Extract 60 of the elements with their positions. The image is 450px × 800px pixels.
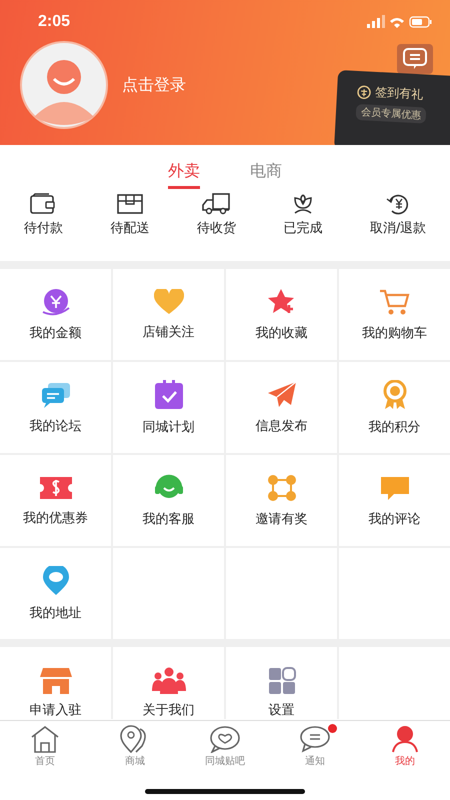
tab-bar-item[interactable]: 我的 [360, 721, 450, 772]
wallet-money-icon [40, 288, 72, 316]
menu-button[interactable]: 申请入驻 [0, 647, 111, 719]
paper-plane-icon [266, 380, 296, 408]
box-icon [116, 193, 143, 215]
order-status-button[interactable]: 待配送 [110, 193, 150, 237]
member-tag: 会员专属优惠 [356, 104, 426, 124]
order-status-button[interactable]: 已完成 [283, 193, 322, 237]
storefront-icon [40, 667, 72, 695]
sign-in-card[interactable]: 签到有礼 会员专属优惠 [334, 70, 450, 145]
wallet-icon [30, 193, 56, 215]
battery-icon [409, 16, 432, 28]
people-group-icon [152, 667, 186, 695]
heart-bubble-icon [209, 725, 241, 753]
grid-icon [268, 667, 296, 695]
service-button[interactable]: 我的积分 [339, 362, 450, 453]
refund-icon [385, 193, 411, 215]
cart-icon [378, 288, 410, 316]
order-status-button[interactable]: 取消/退款 [370, 193, 426, 237]
chat-bubble-icon [299, 725, 331, 753]
service-button[interactable]: 我的优惠券 [0, 455, 111, 546]
home-icon [30, 725, 60, 753]
service-button[interactable]: 我的金额 [0, 269, 111, 360]
clipboard-icon [154, 380, 184, 410]
service-button[interactable]: 我的购物车 [339, 269, 450, 360]
tab-bar-item[interactable]: 首页 [0, 721, 90, 772]
wifi-icon [390, 16, 404, 28]
tab-bar-item[interactable]: 同城贴吧 [180, 721, 270, 772]
nodes-icon [266, 474, 296, 502]
sign-in-label: 签到有礼 [374, 84, 424, 104]
service-button[interactable]: 我的客服 [113, 455, 224, 546]
service-button[interactable]: 信息发布 [226, 362, 337, 453]
service-button[interactable]: 同城计划 [113, 362, 224, 453]
service-button[interactable]: 我的收藏 [226, 269, 337, 360]
status-time: 2:05 [38, 13, 70, 31]
service-button[interactable]: 邀请有奖 [226, 455, 337, 546]
order-status-button[interactable]: 待付款 [24, 193, 63, 237]
signal-icon [367, 15, 385, 29]
location-pin-icon [42, 566, 70, 596]
avatar-icon[interactable] [20, 41, 108, 129]
menu-button[interactable]: 关于我们 [113, 647, 224, 719]
service-button[interactable]: 我的地址 [0, 548, 111, 639]
heart-icon [154, 288, 184, 314]
coupon-icon [38, 474, 72, 500]
truck-icon [201, 193, 232, 215]
category-tab[interactable]: 电商 [250, 157, 282, 189]
menu-button[interactable]: 设置 [226, 647, 337, 719]
service-button[interactable]: 我的论坛 [0, 362, 111, 453]
tab-bar-item[interactable]: 商城 [90, 721, 180, 772]
coin-icon [356, 84, 372, 100]
order-status-button[interactable]: 待收货 [196, 193, 236, 237]
service-button[interactable]: 店铺关注 [113, 269, 224, 360]
service-button[interactable]: 我的评论 [339, 455, 450, 546]
medal-icon [380, 380, 408, 410]
user-icon [390, 725, 420, 753]
message-icon[interactable] [397, 44, 433, 74]
star-icon [266, 288, 296, 316]
chat-bubbles-icon [40, 380, 72, 408]
tab-bar-item[interactable]: 通知 [270, 721, 360, 772]
category-tab[interactable]: 外卖 [168, 157, 200, 189]
